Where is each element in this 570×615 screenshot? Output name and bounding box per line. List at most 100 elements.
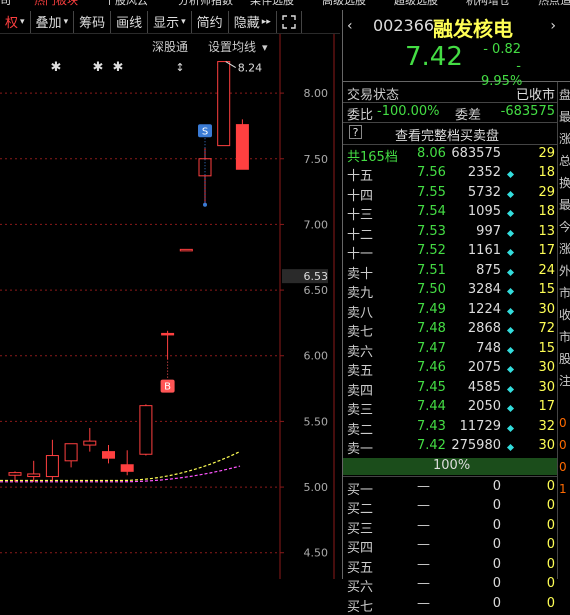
candle[interactable]: [45, 439, 59, 481]
ma-setting-arrow-icon[interactable]: ▾: [262, 41, 268, 54]
ask-row[interactable]: 卖三 7.44 2050 17: [343, 398, 557, 418]
toolbar-5[interactable]: 简约: [192, 10, 229, 33]
level-marker-icon: [506, 326, 515, 335]
top-menu-item[interactable]: 热门板块: [34, 0, 78, 6]
bid-row[interactable]: 买一 — 0 0: [343, 478, 557, 498]
candle[interactable]: [217, 61, 231, 147]
candle[interactable]: [235, 119, 249, 170]
bid-row[interactable]: 买三 — 0 0: [343, 517, 557, 537]
ask-row[interactable]: 卖四 7.45 4585 30: [343, 379, 557, 399]
top-menu-item[interactable]: 超级选股: [394, 0, 438, 6]
axis-tick-label: 4.50: [304, 547, 329, 560]
candle-body: [27, 473, 41, 478]
order-progress-bar: 100%: [343, 457, 557, 475]
buy-marker-label: B: [164, 382, 171, 393]
toolbar-2[interactable]: 筹码: [74, 10, 112, 33]
level-price: —: [417, 498, 430, 513]
bid-row[interactable]: 买六 —0 0: [343, 575, 557, 595]
candle[interactable]: [27, 460, 41, 482]
top-menu-item[interactable]: 热点追: [538, 0, 570, 6]
toolbar-4[interactable]: 显示 ▾: [148, 10, 192, 33]
top-menu-item[interactable]: 分析师指数: [178, 0, 233, 6]
level-volume: 0: [492, 498, 501, 513]
next-stock-icon[interactable]: ›: [550, 18, 556, 34]
level-count: 18: [538, 165, 555, 180]
toolbar-label: 权: [5, 16, 19, 31]
level-marker-icon: [506, 346, 515, 354]
event-star-icon[interactable]: ✱: [51, 60, 62, 75]
level-count: 15: [538, 340, 555, 356]
candle[interactable]: [120, 450, 134, 476]
ask-row[interactable]: 卖八 7.49 1224 30: [343, 301, 557, 321]
toolbar-6[interactable]: 隐藏 ▸▸: [229, 10, 277, 33]
ask-row[interactable]: 卖六 7.47 748 15: [343, 340, 557, 360]
ask-row[interactable]: 卖九 7.50 3284 15: [343, 281, 557, 301]
candle[interactable]: [139, 404, 153, 456]
level-marker-icon: [506, 170, 515, 179]
high-label: 8.24: [238, 62, 263, 75]
side-info-char: 外: [559, 264, 570, 278]
top-menu-item[interactable]: 司: [0, 0, 11, 6]
ask-row[interactable]: 卖二 7.43 11729 32: [343, 418, 557, 438]
event-star-icon[interactable]: ✱: [93, 60, 104, 75]
bid-row[interactable]: 买五 — 0 0: [343, 556, 557, 576]
toolbar-label: 隐藏: [233, 16, 260, 31]
level-count: 24: [538, 262, 555, 278]
ask-row[interactable]: 十三 7.54 1095 18: [343, 203, 557, 223]
candle[interactable]: [179, 248, 193, 252]
candle[interactable]: [64, 443, 78, 468]
level-marker-icon: [506, 190, 515, 198]
price-change: - 0.82: [483, 42, 521, 57]
full-book-button[interactable]: ? 查看完整档买卖盘: [343, 124, 557, 144]
help-icon[interactable]: ?: [349, 125, 362, 139]
ask-row[interactable]: 十四 7.55 5732 29: [343, 184, 557, 204]
level-volume: 2868: [467, 321, 501, 336]
ask-row[interactable]: 十五 7.56 2352 18: [343, 164, 557, 184]
ask-row[interactable]: 卖一 7.42 275980 30: [343, 437, 557, 457]
toolbar-0[interactable]: 权 ▾: [0, 10, 31, 33]
level-label: 十二: [347, 227, 374, 243]
top-menu-item[interactable]: 个股风云: [104, 0, 148, 6]
top-menu-item[interactable]: 机构增仓: [466, 0, 510, 6]
ask-row[interactable]: 卖五 7.46 2075 30: [343, 359, 557, 379]
toolbar-3[interactable]: 画线: [111, 10, 149, 33]
kline-chart[interactable]: 8.00 7.50 7.00 6.50 6.00 5.50 5.00 4.50 6.53 深股通 设…: [0, 34, 340, 579]
ask-row[interactable]: 十一 7.52 1161 17: [343, 242, 557, 262]
level-price: 7.51: [417, 262, 446, 278]
diff-value: -683575: [500, 104, 555, 119]
level-marker-icon: [506, 248, 515, 257]
level-volume: 0: [492, 576, 501, 591]
toolbar-1[interactable]: 叠加 ▾: [31, 10, 75, 33]
level-count: 29: [538, 184, 555, 200]
dropdown-arrow-icon: ▾: [181, 16, 186, 27]
bid-row[interactable]: 买二 — 0 0: [343, 497, 557, 517]
side-info-char: 涨: [559, 242, 570, 256]
progress-label: 100%: [433, 457, 471, 473]
divider: [343, 475, 557, 477]
ask-row[interactable]: 十二 7.53 997 13: [343, 223, 557, 243]
level-count: 0: [546, 498, 555, 513]
level-label: 卖五: [347, 364, 374, 379]
ask-row[interactable]: 卖七 7.48 2868 72: [343, 320, 557, 340]
prev-stock-icon[interactable]: ‹: [347, 18, 353, 34]
up-down-arrow-icon[interactable]: ↕: [175, 61, 184, 74]
bid-row[interactable]: 买四 — 0 0: [343, 536, 557, 556]
level-marker-icon: [506, 287, 515, 296]
ask-row[interactable]: 卖十 7.51 875 24: [343, 262, 557, 282]
top-menu-item[interactable]: 某伴选股: [250, 0, 294, 6]
level-marker-icon: [506, 209, 515, 218]
current-price-tag: 6.53: [304, 270, 329, 283]
dropdown-arrow-icon: ▸▸: [261, 16, 271, 27]
level-volume: 1095: [467, 204, 501, 219]
candle[interactable]: [102, 445, 115, 464]
kline-svg[interactable]: 8.00 7.50 7.00 6.50 6.00 5.50 5.00 4.50 6.53 深股通 设…: [0, 34, 340, 579]
event-star-icon[interactable]: ✱: [113, 60, 124, 75]
level-price: 7.46: [417, 360, 446, 375]
bid-row[interactable]: 买七 — 0 0: [343, 595, 557, 615]
candle[interactable]: [83, 427, 97, 452]
fullscreen-icon[interactable]: [277, 10, 302, 33]
ma-setting-label[interactable]: 设置均线: [208, 40, 256, 54]
total-label: 共165档: [347, 150, 398, 165]
top-menu-item[interactable]: 高级选股: [322, 0, 366, 6]
level-price: 7.54: [417, 204, 446, 219]
